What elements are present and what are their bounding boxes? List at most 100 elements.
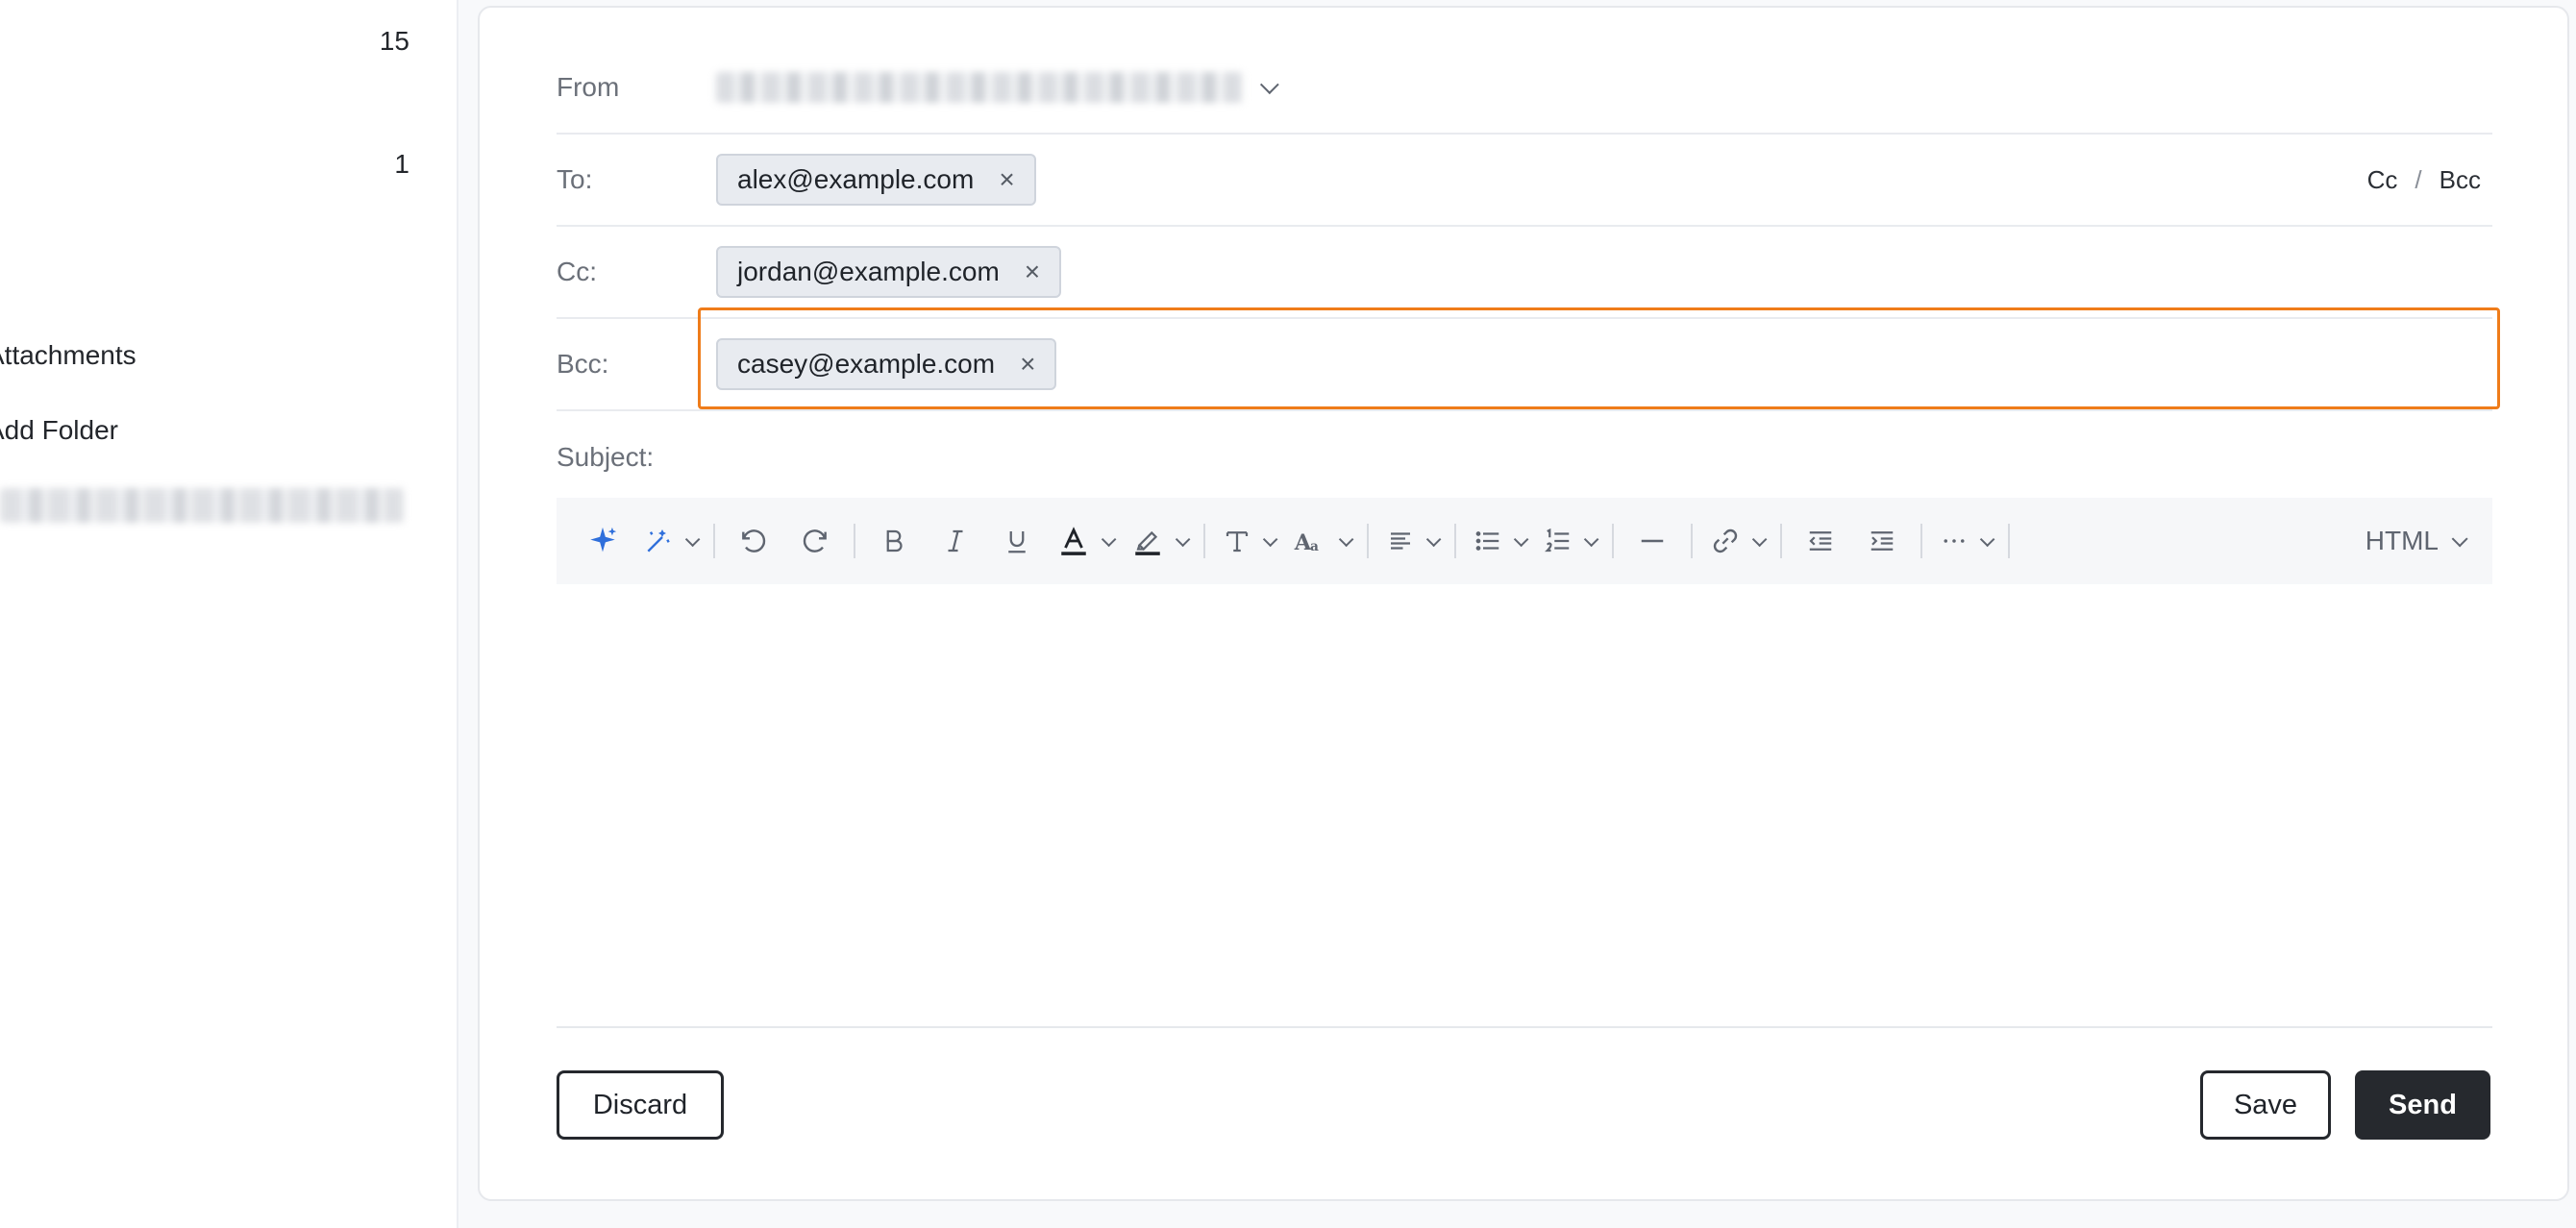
recipient-email: jordan@example.com: [737, 257, 1000, 286]
recipient-chip[interactable]: alex@example.com ×: [716, 154, 1036, 206]
unread-count: 1: [394, 149, 409, 179]
recipient-email: alex@example.com: [737, 164, 975, 194]
font-family-icon: [1226, 531, 1249, 553]
bcc-toggle-link[interactable]: Bcc: [2440, 165, 2481, 195]
sidebar-item-4[interactable]: n: [0, 263, 409, 311]
toolbar-divider: [1454, 524, 1456, 558]
sidebar-item-label: n: [0, 87, 2, 118]
bullet-list-dropdown[interactable]: [1474, 517, 1529, 565]
indent-icon[interactable]: [1861, 517, 1903, 565]
cc-toggle-link[interactable]: Cc: [2367, 165, 2398, 195]
highlight-color-dropdown[interactable]: [1131, 517, 1191, 565]
bullet-list-icon: [1475, 531, 1499, 551]
subject-label: Subject:: [557, 442, 655, 472]
compose-panel: From To: alex@example.com × Cc / Bcc Cc:…: [478, 6, 2569, 1201]
send-button[interactable]: Send: [2355, 1070, 2490, 1140]
bcc-row[interactable]: Bcc: casey@example.com ×: [557, 319, 2492, 411]
folder-sidebar: x 15 n s 1 n Attachments Add Folder: [0, 0, 458, 1228]
highlighter-icon: [1135, 530, 1160, 555]
redacted-account-address: [0, 488, 404, 523]
toolbar-divider: [713, 524, 715, 558]
close-icon[interactable]: ×: [1020, 351, 1035, 378]
sidebar-item-3[interactable]: s 1: [0, 140, 409, 188]
recipient-email: casey@example.com: [737, 349, 996, 379]
undo-icon[interactable]: [732, 517, 775, 565]
chevron-down-icon: [1262, 531, 1278, 547]
more-icon: [1944, 539, 1965, 543]
sidebar-item-2[interactable]: n: [0, 79, 409, 127]
bold-icon[interactable]: [873, 517, 915, 565]
chevron-down-icon: [2451, 530, 2468, 548]
toolbar-divider: [2008, 524, 2010, 558]
bcc-label: Bcc:: [557, 349, 609, 379]
save-button[interactable]: Save: [2200, 1070, 2331, 1140]
cc-bcc-toggle: Cc / Bcc: [2367, 165, 2481, 195]
unread-count: 15: [379, 26, 409, 56]
italic-icon[interactable]: [934, 517, 977, 565]
outdent-icon[interactable]: [1799, 517, 1842, 565]
chevron-down-icon: [1979, 531, 1995, 547]
font-size-dropdown[interactable]: Aa: [1293, 517, 1354, 565]
from-row: From: [557, 42, 2492, 135]
toolbar-divider: [1203, 524, 1205, 558]
format-mode-select[interactable]: HTML: [2365, 526, 2468, 556]
chevron-down-icon: [1101, 531, 1117, 547]
toolbar-divider: [1691, 524, 1693, 558]
numbered-list-dropdown[interactable]: [1544, 517, 1599, 565]
cc-label: Cc:: [557, 257, 597, 286]
align-left-icon: [1391, 532, 1410, 550]
toolbar-divider: [1920, 524, 1922, 558]
add-folder-button[interactable]: Add Folder: [0, 406, 409, 454]
subject-input[interactable]: [716, 433, 2492, 481]
to-label: To:: [557, 164, 593, 194]
from-label: From: [557, 72, 620, 102]
chevron-down-icon: [1259, 75, 1279, 95]
toolbar-divider: [1367, 524, 1369, 558]
format-mode-label: HTML: [2365, 526, 2439, 555]
recipient-chip[interactable]: jordan@example.com ×: [716, 246, 1062, 298]
horizontal-rule-icon[interactable]: [1631, 517, 1673, 565]
recipient-chip[interactable]: casey@example.com ×: [716, 338, 1057, 390]
link-icon: [1713, 528, 1738, 553]
chevron-down-icon: [1513, 531, 1529, 547]
font-family-dropdown[interactable]: [1223, 517, 1278, 565]
chevron-down-icon: [1425, 531, 1442, 547]
cc-row[interactable]: Cc: jordan@example.com ×: [557, 227, 2492, 319]
redo-icon[interactable]: [794, 517, 836, 565]
link-dropdown[interactable]: [1710, 517, 1768, 565]
close-icon[interactable]: ×: [999, 166, 1014, 193]
more-options-dropdown[interactable]: [1940, 517, 1995, 565]
sidebar-item-label: Attachments: [0, 340, 136, 370]
ai-sparkle-icon[interactable]: [582, 517, 624, 565]
svg-text:A: A: [1294, 530, 1312, 555]
sidebar-item-attachments[interactable]: Attachments: [0, 332, 409, 380]
magic-wand-dropdown[interactable]: [643, 517, 701, 565]
toggle-separator: /: [2415, 164, 2422, 194]
from-account-select[interactable]: [716, 72, 1279, 103]
svg-text:a: a: [1310, 539, 1319, 554]
text-color-dropdown[interactable]: [1057, 517, 1117, 565]
toolbar-divider: [854, 524, 855, 558]
numbered-list-icon: [1545, 528, 1570, 553]
align-dropdown[interactable]: [1386, 517, 1442, 565]
close-icon[interactable]: ×: [1025, 258, 1040, 285]
chevron-down-icon: [684, 531, 701, 547]
to-row[interactable]: To: alex@example.com × Cc / Bcc: [557, 135, 2492, 227]
editor-toolbar: Aa HTML: [557, 498, 2492, 584]
magic-wand-icon: [647, 529, 670, 553]
chevron-down-icon: [1175, 531, 1191, 547]
text-color-icon: [1061, 527, 1086, 555]
subject-row[interactable]: Subject:: [557, 411, 2492, 503]
sidebar-item-inbox[interactable]: x 15: [0, 17, 409, 65]
chevron-down-icon: [1338, 531, 1354, 547]
sidebar-item-label: Add Folder: [0, 415, 118, 445]
toolbar-divider: [1612, 524, 1614, 558]
chevron-down-icon: [1751, 531, 1768, 547]
font-size-icon: Aa: [1294, 530, 1319, 555]
discard-button[interactable]: Discard: [557, 1070, 724, 1140]
sidebar-item-label: n: [0, 272, 2, 303]
toolbar-divider: [1780, 524, 1782, 558]
redacted-sender-address: [716, 72, 1243, 103]
message-body-editor[interactable]: [557, 588, 2492, 1028]
underline-icon[interactable]: [996, 517, 1038, 565]
